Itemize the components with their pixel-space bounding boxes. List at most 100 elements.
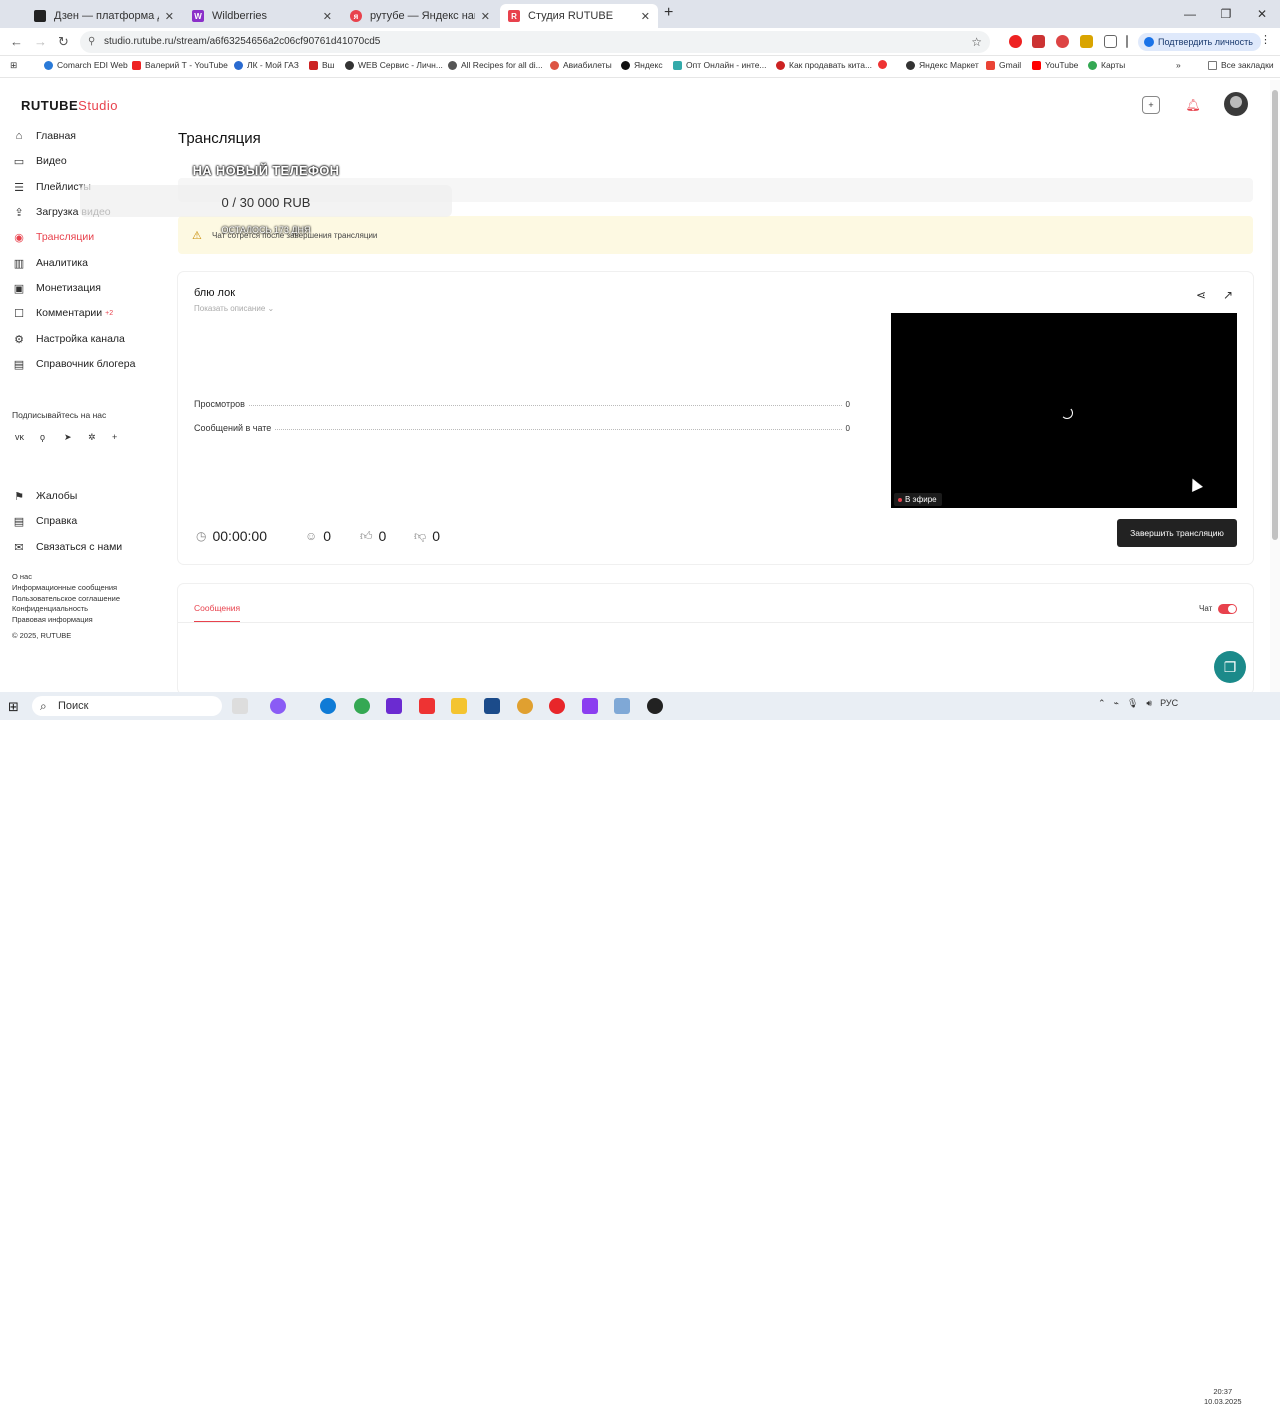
tab-messages[interactable]: Сообщения	[194, 603, 240, 613]
menu-icon[interactable]: ⋮	[1260, 33, 1273, 46]
end-stream-button[interactable]: Завершить трансляцию	[1117, 519, 1237, 547]
chevron-right-icon[interactable]: »	[1176, 60, 1181, 70]
sidebar-item-contact[interactable]: ✉ Связаться с нами	[12, 537, 122, 557]
footer-link-privacy[interactable]: Конфиденциальность	[12, 604, 88, 613]
sidebar-item-help[interactable]: ▤ Справка	[12, 511, 77, 531]
site-info-icon[interactable]: ⚲	[88, 31, 95, 53]
create-icon[interactable]: +	[1142, 96, 1160, 114]
bookmark-star-icon[interactable]: ☆	[971, 31, 982, 53]
maximize-icon[interactable]: ❐	[1208, 0, 1244, 28]
bookmark-item[interactable]: Comarch EDI Web	[44, 60, 128, 70]
yandex-browser-icon[interactable]	[419, 698, 435, 714]
ext-icon[interactable]	[1056, 35, 1069, 48]
close-icon[interactable]: ✕	[165, 10, 174, 23]
ext-icon[interactable]	[1032, 35, 1045, 48]
close-icon[interactable]: ✕	[323, 10, 332, 23]
open-external-icon[interactable]: ↗	[1223, 288, 1233, 302]
back-icon[interactable]: ←	[10, 34, 23, 49]
volume-icon[interactable]: 🔊︎	[1146, 698, 1152, 709]
sidebar-item-home[interactable]: ⌂ Главная	[12, 126, 76, 146]
task-view-icon[interactable]	[232, 698, 248, 714]
taskbar-clock[interactable]: 20:37 10.03.2025	[1204, 1387, 1242, 1407]
sidebar-item-comments[interactable]: ☐ Комментарии +2	[12, 303, 113, 323]
bookmark-item[interactable]: Яндекс Маркет	[906, 60, 979, 70]
bookmark-item[interactable]: Авиабилеты	[550, 60, 612, 70]
edge-icon[interactable]	[320, 698, 336, 714]
file-explorer-icon[interactable]	[451, 698, 467, 714]
twitch-icon[interactable]	[582, 698, 598, 714]
bookmark-item[interactable]: Валерий Т - YouTube	[132, 60, 228, 70]
avatar[interactable]	[1224, 92, 1248, 116]
bookmark-item[interactable]: All Recipes for all di...	[448, 60, 543, 70]
windows-start-icon[interactable]: ⊞	[8, 699, 19, 715]
telegram-icon[interactable]: ➤	[64, 432, 72, 443]
url-field[interactable]: ⚲ studio.rutube.ru/stream/a6f63254656a2c…	[80, 31, 990, 53]
bookmark-item[interactable]: ЛК - Мой ГАЗ	[234, 60, 299, 70]
chevron-up-icon[interactable]: ⌃	[1098, 698, 1106, 709]
address-bar-row: ← → ↻ ⚲ studio.rutube.ru/stream/a6f63254…	[0, 28, 1280, 56]
bookmark-item[interactable]: Карты	[1088, 60, 1125, 70]
opera-ext-icon[interactable]	[1009, 35, 1022, 48]
opera-icon[interactable]	[549, 698, 565, 714]
scrollbar-thumb[interactable]	[1272, 90, 1278, 540]
sidebar-item-complaints[interactable]: ⚑ Жалобы	[12, 486, 77, 506]
close-icon[interactable]: ✕	[641, 10, 650, 23]
footer-link-info[interactable]: Информационные сообщения	[12, 583, 117, 592]
wildberries-app-icon[interactable]	[386, 698, 402, 714]
minimize-icon[interactable]: —	[1172, 0, 1208, 28]
footer-link-terms[interactable]: Пользовательское соглашение	[12, 594, 120, 603]
chat-toggle[interactable]	[1218, 604, 1237, 614]
language-indicator[interactable]: РУС	[1160, 698, 1178, 709]
sidebar-item-blogger-guide[interactable]: ▤ Справочник блогера	[12, 354, 136, 374]
share-icon[interactable]: ⋖	[1196, 288, 1206, 302]
goal-title: НА НОВЫЙ ТЕЛЕФОН	[192, 163, 340, 178]
bookmark-item[interactable]: YouTube	[1032, 60, 1078, 70]
dzen-icon[interactable]: ✲	[88, 432, 96, 443]
thumbs-up-icon: 👍︎	[360, 528, 373, 543]
bookmark-item[interactable]	[878, 60, 891, 69]
apps-icon[interactable]: ⊞	[10, 60, 17, 71]
forward-icon[interactable]: →	[34, 34, 47, 49]
mic-icon[interactable]: 🎙︎	[1127, 698, 1138, 709]
sidebar-item-analytics[interactable]: ▥ Аналитика	[12, 253, 88, 273]
app-icon[interactable]	[517, 698, 533, 714]
network-icon[interactable]: ⌁	[1114, 698, 1119, 709]
footer-link-about[interactable]: О нас	[12, 572, 32, 581]
ok-icon[interactable]: ϙ	[40, 432, 45, 442]
browser-tab[interactable]: Дзен — платформа для прос ✕	[26, 4, 182, 28]
ext-icon[interactable]	[1080, 35, 1093, 48]
bookmark-item[interactable]: WEB Сервис - Личн...	[345, 60, 443, 70]
sidebar-item-monetization[interactable]: ▣ Монетизация	[12, 278, 101, 298]
browser-tab[interactable]: я рутубе — Яндекс нашлось 2 ✕	[342, 4, 498, 28]
footer-link-legal[interactable]: Правовая информация	[12, 615, 93, 624]
verify-identity-button[interactable]: Подтвердить личность	[1138, 33, 1261, 51]
support-chat-button[interactable]: ❐	[1214, 651, 1246, 683]
chrome-icon[interactable]	[354, 698, 370, 714]
plus-icon[interactable]: +	[112, 432, 117, 442]
close-icon[interactable]: ✕	[481, 10, 490, 23]
app-icon[interactable]	[614, 698, 630, 714]
taskbar-search[interactable]: Поиск	[32, 696, 222, 716]
app-icon[interactable]	[270, 698, 286, 714]
bookmark-item[interactable]: Gmail	[986, 60, 1021, 70]
obs-icon[interactable]	[647, 698, 663, 714]
new-tab-icon[interactable]: +	[664, 4, 673, 22]
bookmark-item[interactable]: Яндекс	[621, 60, 663, 70]
bookmark-item[interactable]: Опт Онлайн - инте...	[673, 60, 767, 70]
security-app-icon[interactable]	[484, 698, 500, 714]
close-window-icon[interactable]: ✕	[1244, 0, 1280, 28]
extensions-icon[interactable]	[1104, 35, 1117, 48]
sidebar-item-channel-settings[interactable]: ⚙ Настройка канала	[12, 329, 125, 349]
all-bookmarks-item[interactable]: Все закладки	[1208, 60, 1274, 70]
notifications-bell-icon[interactable]: 🔔︎	[1184, 96, 1202, 114]
browser-tab-active[interactable]: R Студия RUTUBE ✕	[500, 4, 658, 28]
sidebar-item-broadcasts[interactable]: ◉ Трансляции	[12, 227, 94, 247]
browser-tab[interactable]: W Wildberries ✕	[184, 4, 340, 28]
show-description-link[interactable]: Показать описание ⌄	[194, 304, 274, 313]
rutube-studio-logo[interactable]: RUTUBEStudio	[21, 98, 118, 113]
vk-icon[interactable]: ᴠᴋ	[15, 432, 24, 442]
bookmark-item[interactable]: Как продавать кита...	[776, 60, 872, 70]
bookmark-item[interactable]: Вш	[309, 60, 335, 70]
reload-icon[interactable]: ↻	[58, 34, 69, 50]
sidebar-item-video[interactable]: ▭ Видео	[12, 151, 67, 171]
